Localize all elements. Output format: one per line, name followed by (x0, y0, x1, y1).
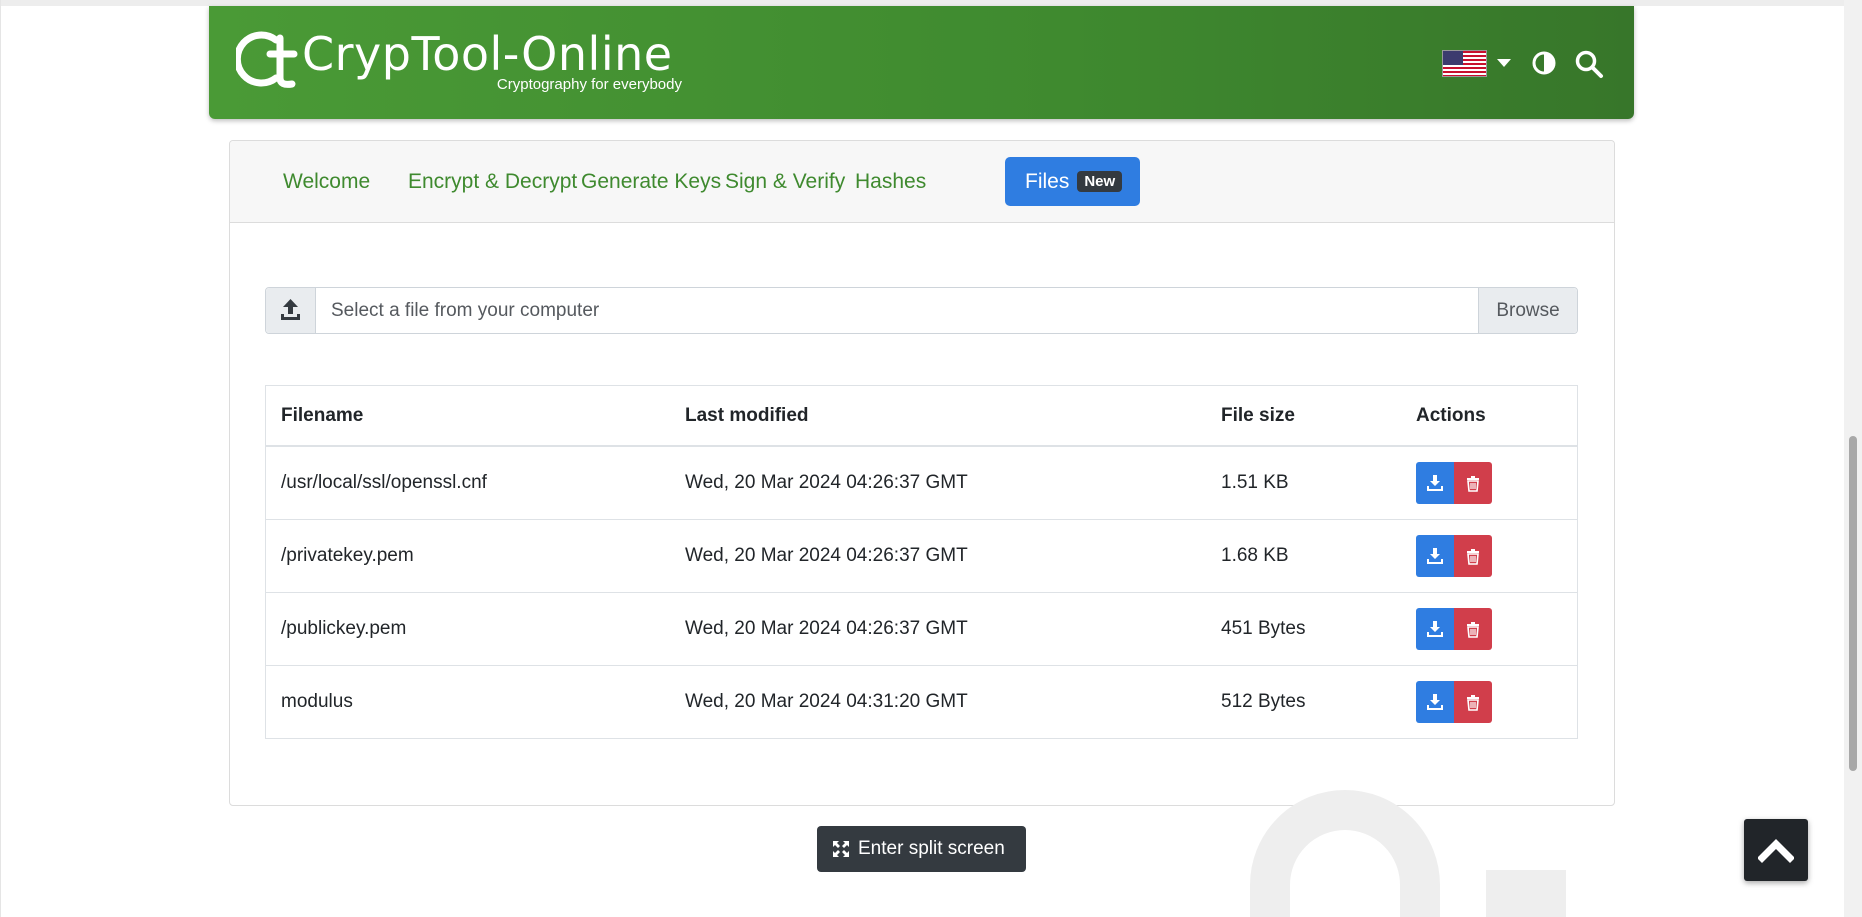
browse-button[interactable]: Browse (1478, 288, 1577, 333)
us-flag-icon (1442, 50, 1487, 77)
site-header: CrypTool-Online Cryptography for everybo… (209, 6, 1634, 119)
modified-cell: Wed, 20 Mar 2024 04:31:20 GMT (685, 691, 968, 712)
scrollbar-thumb[interactable] (1849, 436, 1857, 771)
download-icon (1427, 548, 1443, 564)
delete-button[interactable] (1454, 535, 1492, 577)
window-left-edge (0, 0, 1, 917)
file-upload-field[interactable]: Select a file from your computer Browse (265, 287, 1578, 334)
chevron-up-icon (1758, 839, 1794, 863)
page-scrollbar[interactable] (1844, 0, 1862, 917)
tab-welcome[interactable]: Welcome (263, 157, 390, 206)
tab-files[interactable]: Files New (1005, 157, 1140, 206)
delete-button[interactable] (1454, 608, 1492, 650)
tab-hashes[interactable]: Hashes (835, 157, 946, 206)
table-header: Filename Last modified File size Actions (266, 386, 1577, 447)
table-row: /publickey.pem Wed, 20 Mar 2024 04:26:37… (266, 593, 1577, 666)
column-header-file-size: File size (1221, 405, 1295, 426)
files-table: Filename Last modified File size Actions… (265, 385, 1578, 739)
filename-cell: /usr/local/ssl/openssl.cnf (281, 472, 487, 493)
table-row: /usr/local/ssl/openssl.cnf Wed, 20 Mar 2… (266, 447, 1577, 520)
column-header-last-modified: Last modified (685, 405, 809, 426)
trash-icon (1467, 622, 1479, 638)
table-row: /privatekey.pem Wed, 20 Mar 2024 04:26:3… (266, 520, 1577, 593)
filename-cell: /privatekey.pem (281, 545, 414, 566)
download-icon (1427, 694, 1443, 710)
site-subtitle: Cryptography for everybody (496, 76, 682, 93)
download-button[interactable] (1416, 535, 1454, 577)
enter-split-screen-button[interactable]: Enter split screen (817, 826, 1026, 872)
nav-tabs: Welcome Encrypt & Decrypt Generate Keys … (230, 141, 1614, 223)
modified-cell: Wed, 20 Mar 2024 04:26:37 GMT (685, 545, 968, 566)
delete-button[interactable] (1454, 681, 1492, 723)
size-cell: 1.51 KB (1221, 472, 1289, 493)
search-icon (1575, 50, 1603, 78)
split-screen-label: Enter split screen (858, 838, 1005, 859)
size-cell: 512 Bytes (1221, 691, 1306, 712)
caret-down-icon (1497, 59, 1511, 67)
watermark-logo-icon (1240, 790, 1620, 917)
download-button[interactable] (1416, 462, 1454, 504)
filename-cell: modulus (281, 691, 353, 712)
search-button[interactable] (1574, 49, 1604, 79)
download-button[interactable] (1416, 608, 1454, 650)
size-cell: 1.68 KB (1221, 545, 1289, 566)
contrast-icon (1532, 51, 1556, 75)
upload-icon (281, 299, 300, 320)
site-title[interactable]: CrypTool-Online (302, 28, 673, 80)
files-card: Welcome Encrypt & Decrypt Generate Keys … (229, 140, 1615, 806)
theme-toggle-button[interactable] (1531, 50, 1557, 76)
download-icon (1427, 621, 1443, 637)
upload-button[interactable] (266, 288, 316, 333)
file-input-placeholder[interactable]: Select a file from your computer (331, 288, 599, 333)
column-header-filename: Filename (281, 405, 364, 426)
download-icon (1427, 475, 1443, 491)
tab-files-label: Files (1025, 170, 1070, 193)
back-to-top-button[interactable] (1744, 819, 1808, 881)
table-row: modulus Wed, 20 Mar 2024 04:31:20 GMT 51… (266, 666, 1577, 739)
download-button[interactable] (1416, 681, 1454, 723)
trash-icon (1467, 695, 1479, 711)
cryptool-logo-icon[interactable] (233, 26, 300, 92)
delete-button[interactable] (1454, 462, 1492, 504)
modified-cell: Wed, 20 Mar 2024 04:26:37 GMT (685, 472, 968, 493)
modified-cell: Wed, 20 Mar 2024 04:26:37 GMT (685, 618, 968, 639)
column-header-actions: Actions (1416, 405, 1486, 426)
language-selector[interactable] (1442, 48, 1512, 78)
trash-icon (1467, 476, 1479, 492)
size-cell: 451 Bytes (1221, 618, 1306, 639)
expand-icon (833, 841, 849, 857)
trash-icon (1467, 549, 1479, 565)
new-badge: New (1077, 171, 1123, 192)
filename-cell: /publickey.pem (281, 618, 407, 639)
